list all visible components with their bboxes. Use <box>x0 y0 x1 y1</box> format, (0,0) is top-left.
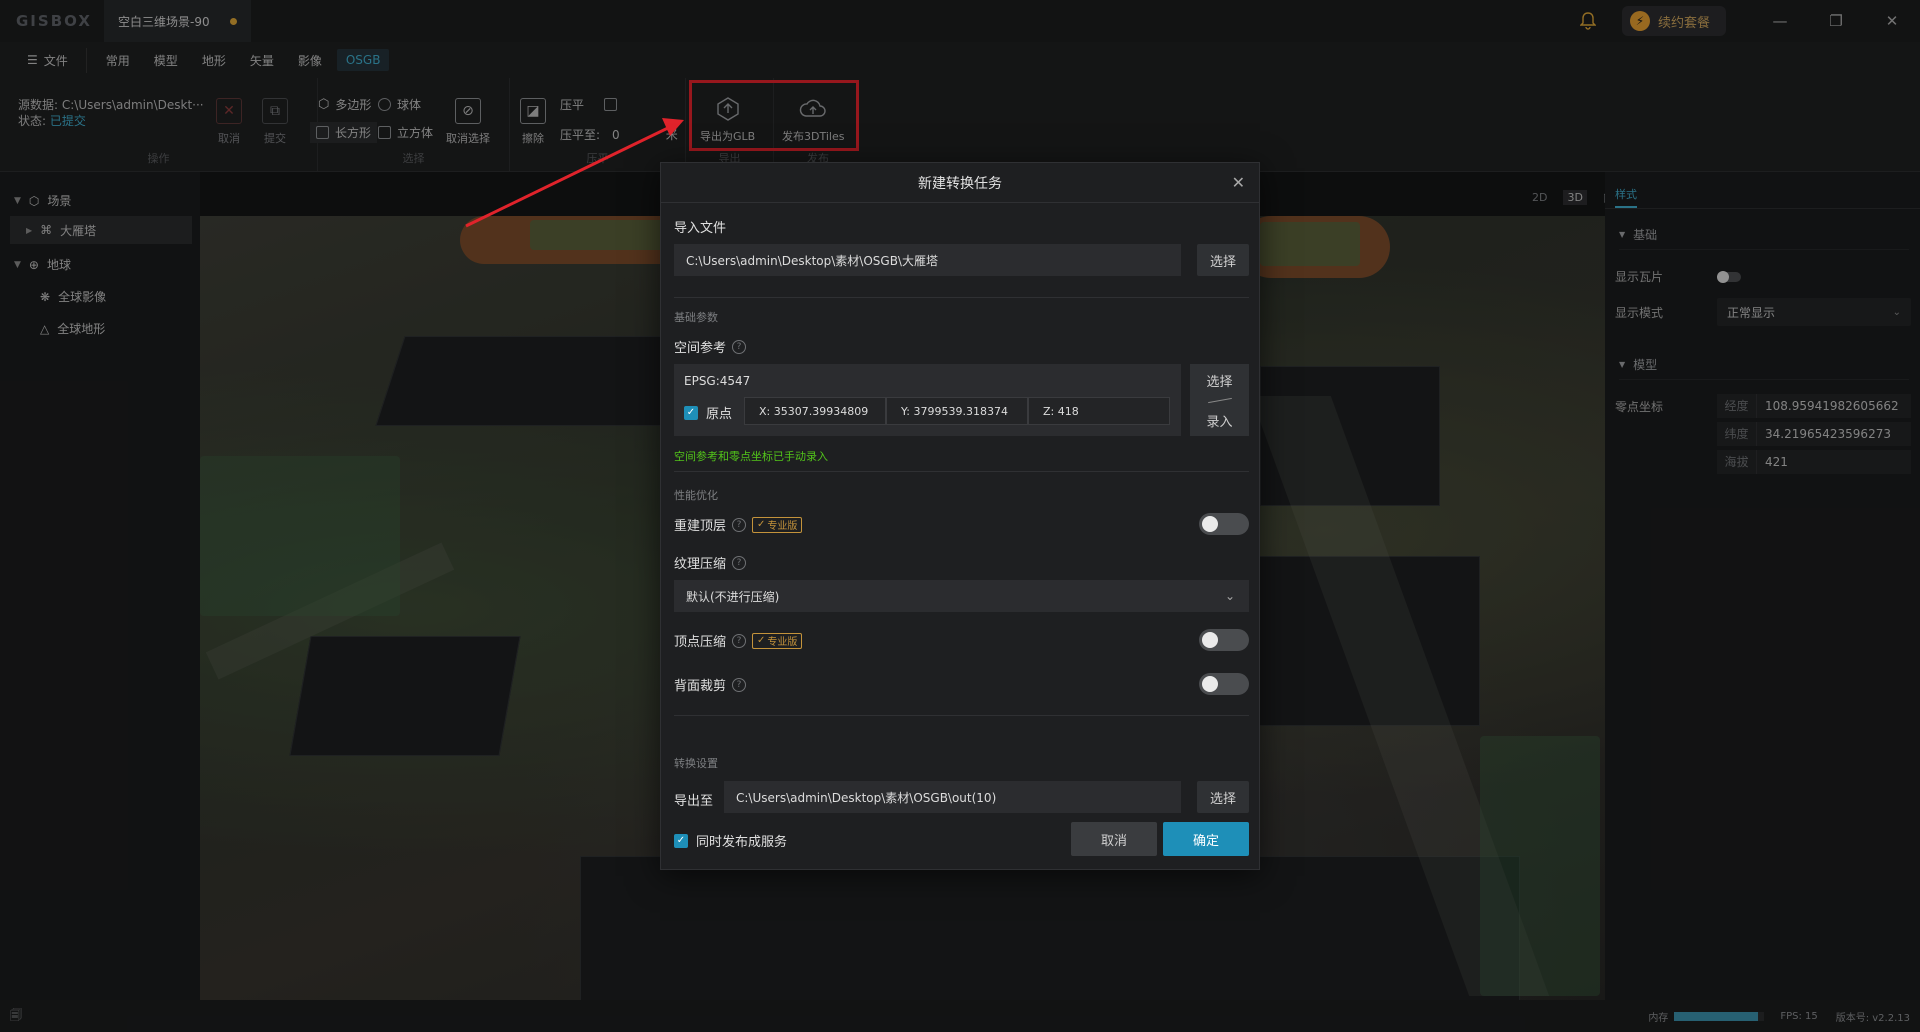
export-path-value: C:\Users\admin\Desktop\素材\OSGB\out(10) <box>736 790 997 805</box>
chevron-down-icon: ⌄ <box>1224 589 1235 603</box>
dialog-title: 新建转换任务 <box>918 175 1002 192</box>
texture-compress-text: 纹理压缩 <box>674 557 727 572</box>
texture-compress-label: 纹理压缩 ? <box>674 553 747 572</box>
rebuild-top-text: 重建顶层 <box>674 519 727 534</box>
vertex-compress-label: 顶点压缩 ? ✓ 专业版 <box>674 631 803 650</box>
perf-title: 性能优化 <box>674 489 718 502</box>
rebuild-top-toggle[interactable] <box>1199 513 1249 535</box>
help-icon[interactable]: ? <box>732 339 747 354</box>
export-path-input[interactable]: C:\Users\admin\Desktop\素材\OSGB\out(10) <box>724 781 1181 813</box>
pro-badge-text: 专业版 <box>767 637 798 648</box>
x-key: X: <box>759 404 771 418</box>
backface-cull-label: 背面裁剪 ? <box>674 675 747 694</box>
y-key: Y: <box>901 404 910 418</box>
import-path-input[interactable]: C:\Users\admin\Desktop\素材\OSGB\大雁塔 <box>674 244 1181 276</box>
import-choose-button[interactable]: 选择 <box>1197 244 1249 276</box>
origin-checkbox-row[interactable]: ✓ 原点 <box>684 403 732 422</box>
import-file-label: 导入文件 <box>674 221 727 236</box>
convert-settings-title: 转换设置 <box>674 757 718 770</box>
rebuild-top-label: 重建顶层 ? ✓ 专业版 <box>674 515 803 534</box>
backface-cull-toggle[interactable] <box>1199 673 1249 695</box>
origin-z-input[interactable]: Z: 418 <box>1028 397 1170 425</box>
divider <box>674 715 1249 716</box>
origin-x-input[interactable]: X: 35307.39934809 <box>744 397 886 425</box>
dialog-header: 新建转换任务 ✕ <box>661 163 1259 203</box>
y-value: 3799539.318374 <box>913 404 1008 418</box>
texture-compress-value: 默认(不进行压缩) <box>686 589 780 604</box>
z-key: Z: <box>1043 404 1055 418</box>
confirm-button[interactable]: 确定 <box>1163 822 1249 856</box>
help-icon[interactable]: ? <box>732 555 747 570</box>
help-icon[interactable]: ? <box>732 633 747 648</box>
export-choose-button[interactable]: 选择 <box>1197 781 1249 813</box>
divider <box>674 297 1249 298</box>
pro-badge: ✓ 专业版 <box>752 516 803 533</box>
help-icon[interactable]: ? <box>732 517 747 532</box>
origin-label: 原点 <box>706 407 733 422</box>
texture-compress-select[interactable]: 默认(不进行压缩) ⌄ <box>674 580 1249 612</box>
import-path-value: C:\Users\admin\Desktop\素材\OSGB\大雁塔 <box>686 253 938 268</box>
check-badge-icon: ✓ <box>757 519 766 530</box>
checkbox-checked-icon[interactable]: ✓ <box>674 833 688 848</box>
epsg-value[interactable]: EPSG:4547 <box>684 374 750 388</box>
choose-enter-button[interactable]: 选择 录入 <box>1190 364 1249 436</box>
x-value: 35307.39934809 <box>773 404 869 418</box>
help-icon[interactable]: ? <box>732 677 747 692</box>
enter-label: 录入 <box>1206 414 1233 430</box>
vertex-compress-text: 顶点压缩 <box>674 635 727 650</box>
choose-label: 选择 <box>1206 374 1233 390</box>
backface-cull-text: 背面裁剪 <box>674 679 727 694</box>
slash-divider <box>1207 397 1232 403</box>
vertex-compress-toggle[interactable] <box>1199 629 1249 651</box>
spatial-ref-label: 空间参考 ? <box>674 337 747 356</box>
divider <box>674 471 1249 472</box>
close-icon[interactable]: ✕ <box>1232 173 1245 192</box>
manual-entry-note: 空间参考和零点坐标已手动录入 <box>674 450 828 463</box>
z-value: 418 <box>1057 404 1079 418</box>
cancel-button[interactable]: 取消 <box>1071 822 1157 856</box>
new-convert-task-dialog: 新建转换任务 ✕ 导入文件 C:\Users\admin\Desktop\素材\… <box>660 162 1260 870</box>
publish-service-checkbox[interactable]: ✓ 同时发布成服务 <box>674 831 787 850</box>
check-badge-icon: ✓ <box>757 635 766 646</box>
pro-badge: ✓ 专业版 <box>752 632 803 649</box>
origin-y-input[interactable]: Y: 3799539.318374 <box>886 397 1028 425</box>
pro-badge-text: 专业版 <box>767 521 798 532</box>
checkbox-checked-icon[interactable]: ✓ <box>684 405 698 420</box>
export-to-label: 导出至 <box>674 794 714 809</box>
spatial-ref-box: EPSG:4547 ✓ 原点 X: 35307.39934809 Y: 3799… <box>674 364 1181 436</box>
publish-service-label: 同时发布成服务 <box>696 835 788 850</box>
spatial-ref-text: 空间参考 <box>674 341 727 356</box>
basic-params-title: 基础参数 <box>674 311 718 324</box>
